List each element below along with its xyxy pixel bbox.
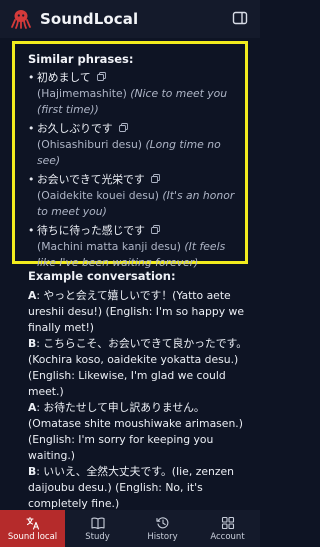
example-conversation: Example conversation: A: やっと会えて嬉しいです！(Ya… xyxy=(28,268,250,510)
copy-icon[interactable] xyxy=(96,70,106,81)
translate-icon xyxy=(25,516,39,530)
nav-label: Study xyxy=(85,531,110,542)
conversation-line: A: やっと会えて嬉しいです！(Yatto aete ureshii desu!… xyxy=(28,288,250,336)
list-item: 待ちに待った感じです (Machini matta kanji desu) (I… xyxy=(28,223,235,271)
list-item: 初めまして (Hajimemashite) (Nice to meet you … xyxy=(28,70,235,118)
grid-icon xyxy=(221,516,234,529)
line-text: : やっと会えて嬉しいです！(Yatto aete ureshii desu!)… xyxy=(28,289,245,334)
nav-label: History xyxy=(147,531,178,542)
nav-label: Account xyxy=(210,531,245,542)
line-text: : いいえ、全然大丈夫です。(Iie, zenzen daijoubu desu… xyxy=(28,465,234,510)
nav-label: Sound local xyxy=(7,531,58,542)
speaker-label: B xyxy=(28,337,37,350)
list-item: お会いできて光栄です (Oaidekite kouei desu) (It's … xyxy=(28,172,235,220)
phrase-japanese: お会いできて光栄です xyxy=(37,173,145,186)
phrase-romaji: (Machini matta kanji desu) xyxy=(37,240,181,253)
phrase-romaji: (Hajimemashite) xyxy=(37,87,127,100)
nav-item-sound-local[interactable]: Sound local xyxy=(0,510,65,547)
nav-item-study[interactable]: Study xyxy=(65,510,130,547)
speaker-label: B xyxy=(28,465,37,478)
conversation-line: B: いいえ、全然大丈夫です。(Iie, zenzen daijoubu des… xyxy=(28,464,250,510)
line-text: : お待たせして申し訳ありません。(Omatase shite moushiwa… xyxy=(28,401,243,462)
copy-icon[interactable] xyxy=(118,121,128,132)
app-header: SoundLocal xyxy=(0,0,260,38)
sidebar-toggle-icon[interactable] xyxy=(232,10,248,26)
phrase-japanese: お久しぶりです xyxy=(37,122,113,135)
chat-content[interactable]: Similar phrases: 初めまして (Hajimemashite) (… xyxy=(0,38,260,510)
list-item: お久しぶりです (Ohisashiburi desu) (Long time n… xyxy=(28,121,235,169)
phrase-romaji: (Oaidekite kouei desu) xyxy=(37,189,159,202)
octopus-logo-icon xyxy=(10,8,32,30)
bottom-nav: Sound local Study History Account xyxy=(0,510,260,547)
nav-item-history[interactable]: History xyxy=(130,510,195,547)
phrase-japanese: 待ちに待った感じです xyxy=(37,224,145,237)
similar-phrases-box: Similar phrases: 初めまして (Hajimemashite) (… xyxy=(12,41,248,269)
app-title: SoundLocal xyxy=(40,10,139,28)
copy-icon[interactable] xyxy=(151,223,160,234)
line-text: : こちらこそ、お会いできて良かったです。(Kochira koso, oaid… xyxy=(28,337,248,398)
copy-icon[interactable] xyxy=(150,172,160,183)
history-icon xyxy=(155,516,168,528)
conversation-line: B: こちらこそ、お会いできて良かったです。(Kochira koso, oai… xyxy=(28,336,250,400)
conversation-title: Example conversation: xyxy=(28,269,176,283)
conversation-line: A: お待たせして申し訳ありません。(Omatase shite moushiw… xyxy=(28,400,250,464)
phrase-romaji: (Ohisashiburi desu) xyxy=(37,138,143,151)
book-icon xyxy=(90,517,105,529)
phrase-japanese: 初めまして xyxy=(37,71,91,84)
similar-phrases-title: Similar phrases: xyxy=(28,52,134,66)
similar-phrases-list: 初めまして (Hajimemashite) (Nice to meet you … xyxy=(28,70,235,271)
nav-item-account[interactable]: Account xyxy=(195,510,260,547)
